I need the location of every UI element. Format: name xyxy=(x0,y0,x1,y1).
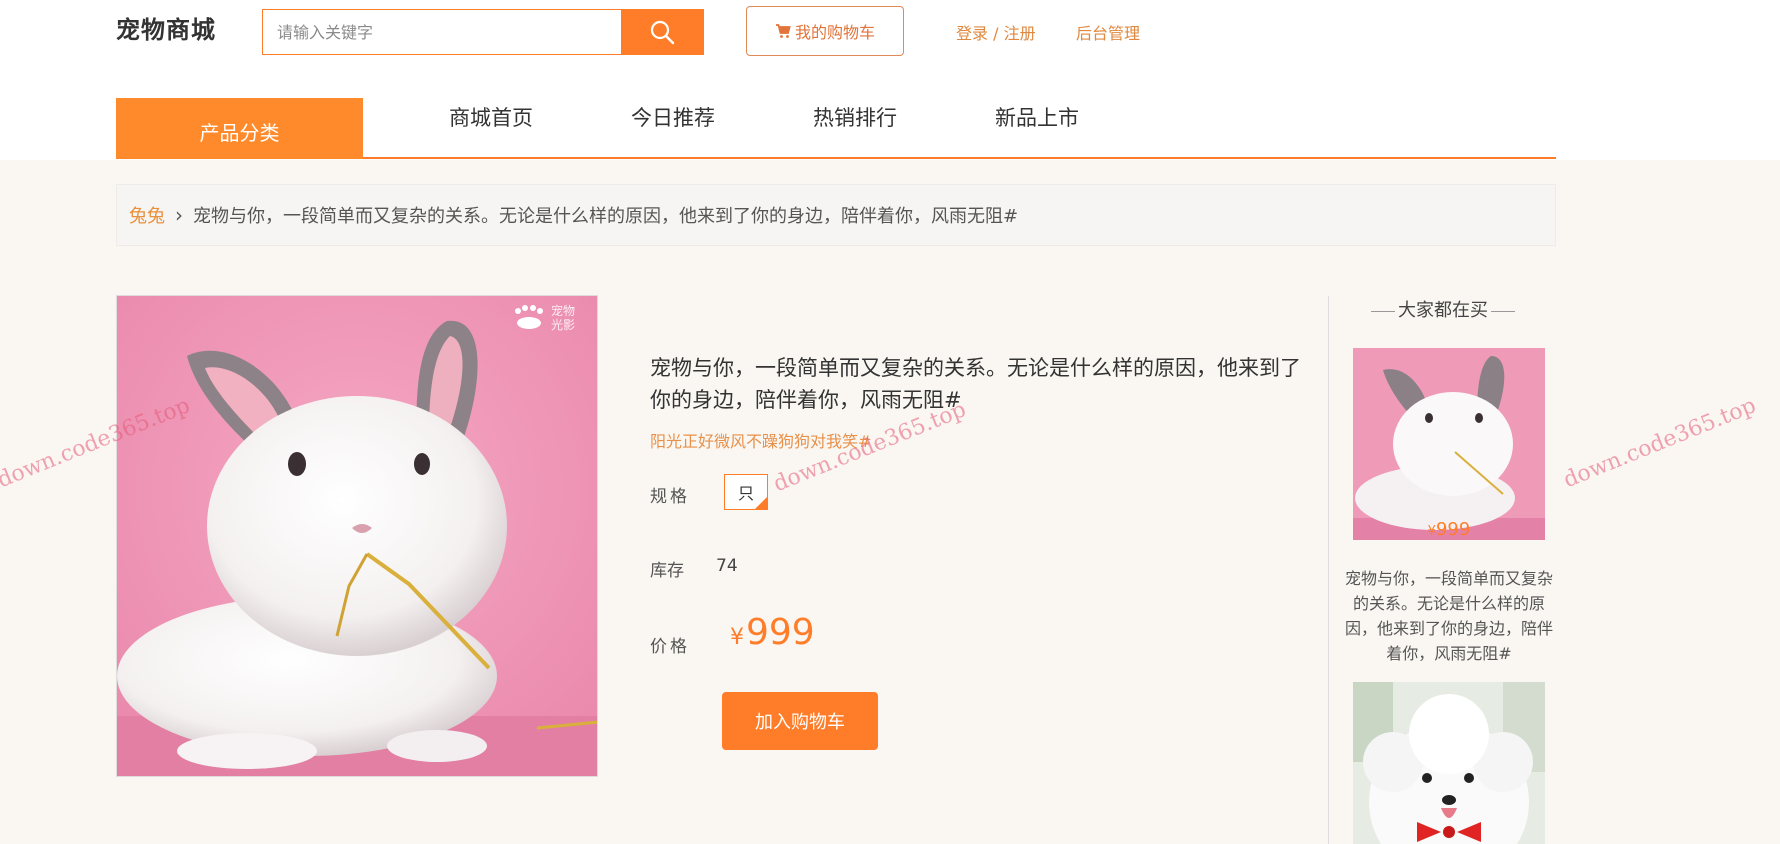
product-subtitle: 阳光正好微风不躁狗狗对我笑# xyxy=(650,432,872,451)
nav-hot-ranking[interactable]: 热销排行 xyxy=(813,102,897,132)
paw-logo-icon xyxy=(515,305,543,329)
recommend-item-caption[interactable]: 宠物与你，一段简单而又复杂的关系。无论是什么样的原因，他来到了你的身边，陪伴着你… xyxy=(1343,566,1555,666)
nav-new-arrivals[interactable]: 新品上市 xyxy=(995,102,1079,132)
photo-watermark: 宠物光影 xyxy=(511,304,583,332)
recommend-sidebar: 大家都在买 ¥999 宠物与你，一段简单而又复杂的关系。无论是什么样的原因，他来… xyxy=(1328,296,1556,844)
chevron-right-icon: › xyxy=(175,203,183,227)
search-bar xyxy=(262,9,704,55)
site-logo[interactable]: 宠物商城 xyxy=(116,10,216,45)
nav-today-recommend[interactable]: 今日推荐 xyxy=(631,102,715,132)
recommend-item-image[interactable]: ¥999 xyxy=(1353,348,1545,540)
recommend-item-image[interactable] xyxy=(1353,682,1545,844)
top-header: 宠物商城 我的购物车 登录 / 注册 后台管理 产品分类 商城首页 今日推荐 热… xyxy=(0,0,1780,160)
admin-link[interactable]: 后台管理 xyxy=(1076,20,1140,44)
price-currency: ¥ xyxy=(730,625,744,650)
login-register-link[interactable]: 登录 / 注册 xyxy=(956,20,1036,44)
spec-option-label: 只 xyxy=(737,484,754,503)
selected-corner-icon xyxy=(755,497,767,509)
spec-label: 规格 xyxy=(650,487,690,507)
stock-label: 库存 xyxy=(650,561,684,581)
stock-value: 74 xyxy=(716,556,738,576)
photo-watermark-text: 宠物光影 xyxy=(551,304,576,332)
sidebar-heading: 大家都在买 xyxy=(1329,296,1557,322)
main-nav: 产品分类 商城首页 今日推荐 热销排行 新品上市 xyxy=(116,98,1556,159)
breadcrumb-current: 宠物与你，一段简单而又复杂的关系。无论是什么样的原因，他来到了你的身边，陪伴着你… xyxy=(193,206,1019,227)
search-icon xyxy=(650,20,675,45)
my-cart-button[interactable]: 我的购物车 xyxy=(746,6,904,56)
breadcrumb-category[interactable]: 兔兔 xyxy=(129,202,165,228)
recommend-item-price: ¥999 xyxy=(1427,519,1471,540)
breadcrumb: 兔兔 › 宠物与你，一段简单而又复杂的关系。无论是什么样的原因，他来到了你的身边… xyxy=(116,184,1556,246)
rabbit-thumbnail xyxy=(1353,348,1545,540)
my-cart-label: 我的购物车 xyxy=(794,23,875,42)
product-price: ¥ 999 xyxy=(730,612,815,653)
price-label: 价格 xyxy=(650,637,690,657)
poodle-thumbnail xyxy=(1353,682,1545,844)
product-category-button[interactable]: 产品分类 xyxy=(116,98,363,159)
spec-option[interactable]: 只 xyxy=(724,474,768,510)
rabbit-photo xyxy=(117,296,597,776)
search-input[interactable] xyxy=(263,10,621,54)
page-watermark: down.code365.top xyxy=(1560,393,1760,494)
nav-home[interactable]: 商城首页 xyxy=(449,102,533,132)
price-value: 999 xyxy=(746,612,815,653)
product-title: 宠物与你，一段简单而又复杂的关系。无论是什么样的原因，他来到了你的身边，陪伴着你… xyxy=(650,356,1301,412)
search-button[interactable] xyxy=(621,10,703,54)
add-to-cart-button[interactable]: 加入购物车 xyxy=(722,692,878,750)
product-image: 宠物光影 xyxy=(116,295,598,777)
shopping-cart-icon xyxy=(775,24,791,38)
